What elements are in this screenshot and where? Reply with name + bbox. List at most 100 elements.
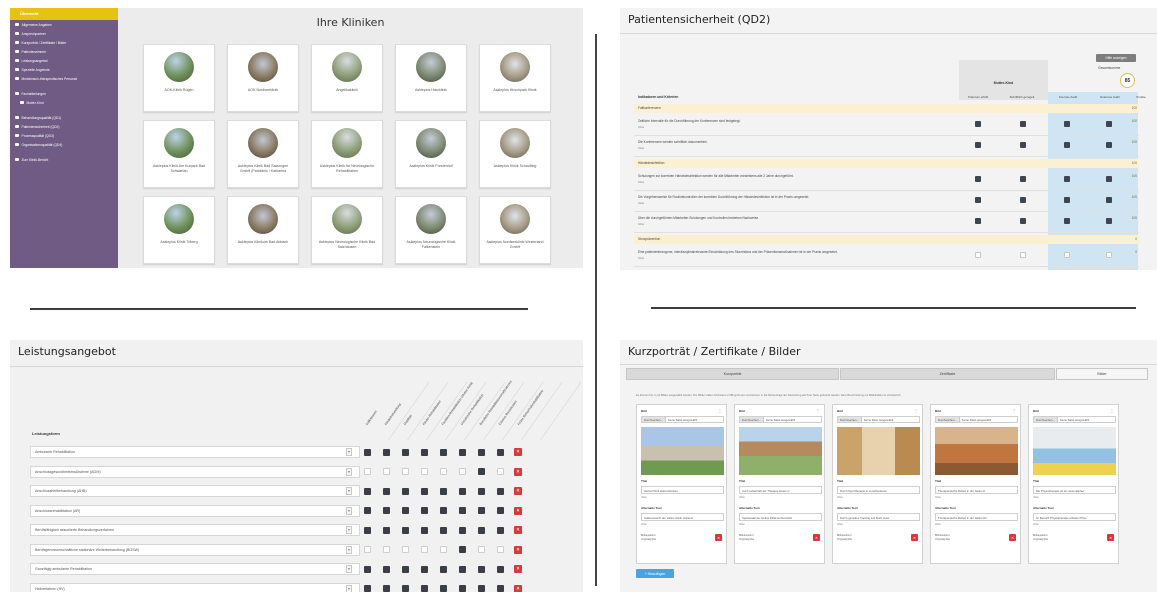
sidebar-item[interactable]: Ansprechpartner [10,29,118,38]
checkbox[interactable] [497,565,504,573]
checkbox[interactable] [1020,142,1026,148]
checkbox[interactable] [402,448,409,456]
sidebar-item[interactable]: Patientensicherheit (QD2) [10,122,118,131]
kebab-menu-icon[interactable]: ⋮ [816,408,820,413]
file-input[interactable]: Durchsuchen... Keine Datei ausgewählt [935,416,1018,423]
checkbox[interactable] [459,487,466,495]
delete-icon[interactable]: × [715,534,722,541]
delete-icon[interactable]: × [514,545,522,554]
kebab-menu-icon[interactable]: ⋮ [1110,408,1114,413]
delete-icon[interactable]: × [514,526,522,534]
checkbox[interactable] [402,468,409,475]
checkbox[interactable] [383,468,390,475]
checkbox[interactable] [402,585,409,592]
checkbox[interactable] [383,448,390,456]
checkbox[interactable] [440,585,447,592]
info-link[interactable]: Infos [638,201,644,205]
dropdown-icon[interactable]: ▾ [346,506,352,515]
info-link[interactable]: Infos [638,256,644,260]
checkbox[interactable] [1020,121,1026,127]
checkbox[interactable] [402,546,409,553]
checkbox[interactable] [1064,218,1070,224]
dropdown-icon[interactable]: ▾ [346,487,352,495]
sidebar-item[interactable]: Leistungsangebot [10,56,118,65]
sidebar-item[interactable]: Mutter-Kind [10,98,118,107]
clinic-card[interactable]: Asklepios Neurologische Klinik Falkenste… [395,196,467,264]
delete-icon[interactable]: × [1107,534,1114,541]
checkbox[interactable] [1106,218,1112,224]
title-input[interactable]: Die Physiotherapie ist ein wesentlicher [1033,486,1116,494]
checkbox[interactable] [1020,218,1026,224]
checkbox[interactable] [1064,197,1070,203]
clinic-card[interactable]: AOK-Klinik Rügen [143,44,215,112]
info-link[interactable]: Infos [739,523,745,526]
sidebar-item[interactable]: Prozessqualität (QD3) [10,131,118,140]
sidebar-item[interactable]: Spezielle Angebote [10,65,118,74]
checkbox[interactable] [478,526,485,534]
sidebar-item[interactable]: Behandlungsqualität (QD1) [10,113,118,122]
checkbox[interactable] [1106,197,1112,203]
delete-icon[interactable]: × [514,448,522,456]
checkbox[interactable] [478,507,485,514]
info-link[interactable]: Infos [935,496,941,499]
checkbox[interactable] [440,507,447,514]
file-input[interactable]: Durchsuchen... Keine Datei ausgewählt [837,416,920,423]
checkbox[interactable] [975,197,981,203]
title-input[interactable]: Durch Sporttherapie in verschiedenen [837,486,920,494]
delete-icon[interactable]: × [514,467,522,476]
info-link[interactable]: Infos [641,523,647,526]
checkbox[interactable] [497,487,504,495]
checkbox[interactable] [364,468,371,475]
checkbox[interactable] [383,507,390,514]
dropdown-icon[interactable]: ▾ [346,565,352,573]
tab-bilder[interactable]: Bilder [1056,368,1148,380]
checkbox[interactable] [1064,142,1070,148]
title-input[interactable]: Helios Klinik Hohenstücken [641,486,724,494]
clinic-card[interactable]: Asklepios Klinik Bad Salzungen GmbH (Par… [227,120,299,188]
service-row[interactable]: Berufsfähigkeit assoziierte Behandlungsv… [30,524,360,536]
checkbox[interactable] [1064,121,1070,127]
info-link[interactable]: Infos [638,180,644,184]
checkbox[interactable] [1020,197,1026,203]
alt-input[interactable]: Im Bereich Physiotherapie arbeiten Phys [1033,513,1116,521]
file-input[interactable]: Durchsuchen... Keine Datei ausgewählt [641,416,724,423]
checkbox[interactable] [402,487,409,495]
sidebar-item[interactable]: Patientenzimmer [10,47,118,56]
alt-input[interactable]: Therapeutische Reiten in der Helios Kli [935,513,1018,521]
checkbox[interactable] [478,565,485,573]
checkbox[interactable] [497,507,504,514]
checkbox[interactable] [1020,176,1026,182]
checkbox[interactable] [478,487,485,495]
checkbox[interactable] [421,487,428,495]
checkbox[interactable] [497,526,504,534]
checkbox[interactable] [364,585,371,592]
browse-button[interactable]: Durchsuchen... [740,417,764,422]
info-link[interactable]: Infos [837,496,843,499]
sidebar-header[interactable]: Übersicht [10,8,118,20]
checkbox[interactable] [1106,252,1112,258]
checkbox[interactable] [497,448,504,456]
info-link[interactable]: Infos [638,125,644,129]
service-row[interactable]: Anschlussgesundheitsmaßnahme (AGM) [30,465,360,478]
checkbox[interactable] [459,448,466,456]
service-row[interactable]: Anschlussrehabilitation (AR) [30,504,360,517]
delete-icon[interactable]: × [514,487,522,495]
checkbox[interactable] [459,546,466,553]
checkbox[interactable] [478,448,485,456]
file-input[interactable]: Durchsuchen... Keine Datei ausgewählt [739,416,822,423]
checkbox[interactable] [421,546,428,553]
clinic-card[interactable]: Asklepios Neurologische Klinik Bad Salzh… [311,196,383,264]
info-link[interactable]: Infos [935,523,941,526]
service-row[interactable]: Ganztägig ambulante Rehabilitation [30,563,360,575]
kebab-menu-icon[interactable]: ⋮ [1012,408,1016,413]
checkbox[interactable] [421,468,428,475]
checkbox[interactable] [440,526,447,534]
checkbox[interactable] [1064,252,1070,258]
dropdown-icon[interactable]: ▾ [346,526,352,534]
delete-icon[interactable]: × [1009,534,1016,541]
checkbox[interactable] [383,546,390,553]
checkbox[interactable] [459,507,466,514]
info-link[interactable]: Infos [638,222,644,226]
checkbox[interactable] [459,526,466,534]
checkbox[interactable] [364,487,371,495]
